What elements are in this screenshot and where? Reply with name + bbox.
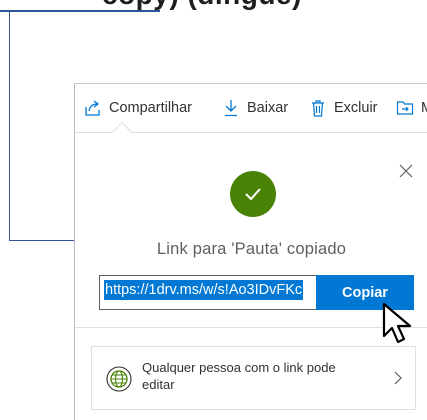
delete-label: Excluir [334, 100, 378, 116]
download-button[interactable]: Baixar [221, 96, 288, 120]
move-to-button[interactable]: M [395, 96, 427, 120]
heading-underline [0, 10, 160, 12]
copied-status-text: Link para 'Pauta' copiado [156, 240, 347, 258]
permission-text: Qualquer pessoa com o link pode editar [142, 360, 336, 392]
delete-button[interactable]: Excluir [308, 96, 378, 120]
move-label: M [421, 100, 427, 116]
checkmark-icon [245, 188, 261, 201]
trash-icon [308, 98, 328, 118]
share-link-selected-text: https://1drv.ms/w/s!Ao3IDvFKc [104, 280, 304, 300]
success-badge [230, 171, 276, 217]
callout-line-horizontal [9, 240, 77, 241]
globe-icon [106, 366, 132, 392]
download-arrow-icon [221, 98, 241, 118]
close-x-icon [399, 164, 413, 178]
download-label: Baixar [247, 100, 289, 116]
command-bar: Compartilhar Baixar Excluir [75, 84, 427, 133]
share-panel: Compartilhar Baixar Excluir Link para 'P… [74, 83, 427, 420]
callout-line-vertical [9, 11, 10, 240]
close-button[interactable] [397, 162, 415, 180]
link-copy-row: https://1drv.ms/w/s!Ao3IDvFKc Copiar [99, 275, 414, 310]
chevron-right-icon [394, 371, 402, 385]
move-to-folder-icon [395, 98, 415, 118]
section-divider [75, 327, 427, 328]
share-button[interactable]: Compartilhar [83, 96, 192, 120]
share-link-field[interactable]: https://1drv.ms/w/s!Ao3IDvFKc [99, 275, 316, 310]
mouse-pointer-icon [382, 302, 412, 344]
share-label: Compartilhar [109, 100, 192, 116]
share-icon [83, 98, 103, 118]
link-permission-setting[interactable]: Qualquer pessoa com o link pode editar [91, 346, 416, 410]
